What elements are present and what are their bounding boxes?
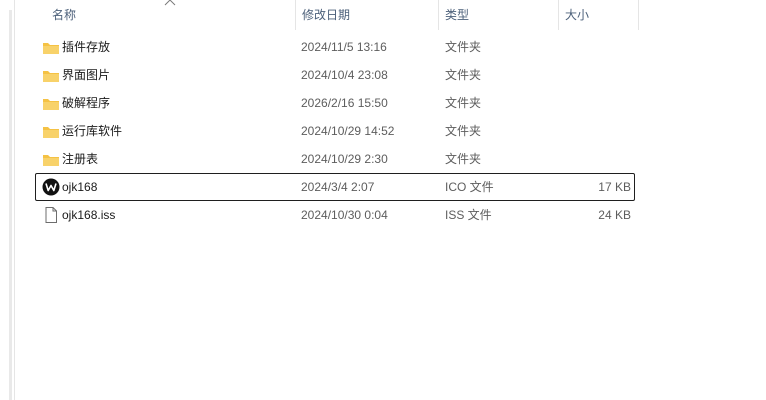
file-name: 注册表 xyxy=(62,152,99,166)
column-header-date-label: 修改日期 xyxy=(302,8,351,22)
file-name: 破解程序 xyxy=(62,96,111,110)
file-name-cell: ojk168.iss xyxy=(40,202,298,228)
column-header-size[interactable]: 大小 xyxy=(559,0,639,30)
file-name-cell: 运行库软件 xyxy=(40,118,298,144)
file-size xyxy=(536,62,631,88)
sort-up-caret-icon xyxy=(164,0,176,8)
column-header-type[interactable]: 类型 xyxy=(439,0,559,30)
folder-icon xyxy=(42,39,60,55)
file-row[interactable]: 注册表 2024/10/29 2:30 文件夹 xyxy=(35,145,635,173)
file-date: 2024/10/29 14:52 xyxy=(301,124,395,138)
file-date: 2026/2/16 15:50 xyxy=(301,96,388,110)
file-size xyxy=(536,146,631,172)
file-type: 文件夹 xyxy=(445,96,482,110)
file-name-cell: 破解程序 xyxy=(40,90,298,116)
file-row[interactable]: 运行库软件 2024/10/29 14:52 文件夹 xyxy=(35,117,635,145)
column-header-size-label: 大小 xyxy=(565,8,590,22)
file-name-cell: 注册表 xyxy=(40,146,298,172)
folder-icon xyxy=(42,95,60,111)
file-size: 17 KB xyxy=(598,180,631,194)
file-explorer-content: 名称 修改日期 类型 大小 插件存放 2024/11/5 13:16 文件夹 界… xyxy=(0,0,766,400)
file-type: ICO 文件 xyxy=(445,180,494,194)
file-type: 文件夹 xyxy=(445,68,482,82)
file-type: 文件夹 xyxy=(445,152,482,166)
column-header-type-label: 类型 xyxy=(445,8,470,22)
file-date: 2024/11/5 13:16 xyxy=(301,40,387,54)
navigation-pane-edge xyxy=(0,0,15,400)
file-name: 运行库软件 xyxy=(62,124,123,138)
file-row[interactable]: ojk168.iss 2024/10/30 0:04 ISS 文件 24 KB xyxy=(35,201,635,229)
file-row[interactable]: 破解程序 2026/2/16 15:50 文件夹 xyxy=(35,89,635,117)
file-type: 文件夹 xyxy=(445,40,482,54)
file-name-cell: 插件存放 xyxy=(40,34,298,60)
column-header-date[interactable]: 修改日期 xyxy=(296,0,439,30)
folder-icon xyxy=(42,67,60,83)
file-date: 2024/10/29 2:30 xyxy=(301,152,388,166)
file-date: 2024/3/4 2:07 xyxy=(301,180,375,194)
ico-file-icon xyxy=(42,178,60,196)
file-name: ojk168.iss xyxy=(62,208,116,222)
file-date: 2024/10/4 23:08 xyxy=(301,68,388,82)
folder-icon xyxy=(42,151,60,167)
file-type: 文件夹 xyxy=(445,124,482,138)
file-name-cell: 界面图片 xyxy=(40,62,298,88)
scrollbar-track[interactable] xyxy=(9,10,12,400)
file-row[interactable]: 插件存放 2024/11/5 13:16 文件夹 xyxy=(35,33,635,61)
file-size xyxy=(536,34,631,60)
file-list: 插件存放 2024/11/5 13:16 文件夹 界面图片 2024/10/4 … xyxy=(35,33,635,229)
file-type: ISS 文件 xyxy=(445,208,492,222)
file-size: 24 KB xyxy=(598,208,631,222)
file-name: ojk168 xyxy=(62,180,98,194)
file-size xyxy=(536,90,631,116)
file-row-focused[interactable]: ojk168 2024/3/4 2:07 ICO 文件 17 KB xyxy=(35,173,635,201)
file-size xyxy=(536,118,631,144)
column-header-bar: 名称 修改日期 类型 大小 xyxy=(32,0,640,30)
file-row[interactable]: 界面图片 2024/10/4 23:08 文件夹 xyxy=(35,61,635,89)
column-header-name-label: 名称 xyxy=(52,8,77,22)
file-name: 界面图片 xyxy=(62,68,111,82)
document-file-icon xyxy=(42,207,60,223)
file-name: 插件存放 xyxy=(62,40,111,54)
folder-icon xyxy=(42,123,60,139)
file-date: 2024/10/30 0:04 xyxy=(301,208,388,222)
file-name-cell: ojk168 xyxy=(40,174,298,200)
